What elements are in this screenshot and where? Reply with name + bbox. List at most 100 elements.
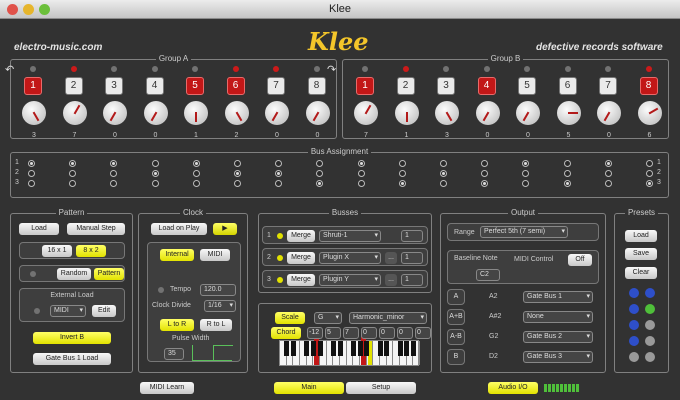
bus-radio[interactable] <box>563 170 571 177</box>
value-knob[interactable] <box>224 101 249 125</box>
step-button-2[interactable]: 2 <box>64 77 83 95</box>
bus-radio[interactable] <box>398 160 406 167</box>
bus-radio[interactable] <box>151 160 159 167</box>
black-key[interactable] <box>357 341 363 356</box>
bus-radio[interactable] <box>398 170 406 177</box>
chord-interval-field[interactable]: 0 <box>397 327 413 339</box>
midi-control-off-button[interactable]: Off <box>568 254 592 266</box>
bus-radio[interactable] <box>604 160 612 167</box>
bus-radio[interactable] <box>357 180 365 187</box>
merge-button[interactable]: Merge <box>287 274 315 286</box>
bus-more-button[interactable]: ... <box>385 274 397 286</box>
bus-radio[interactable] <box>316 160 324 167</box>
bus-radio[interactable] <box>69 170 77 177</box>
bus-radio[interactable] <box>563 180 571 187</box>
bus-radio[interactable] <box>398 180 406 187</box>
bus-radio[interactable] <box>69 180 77 187</box>
bus-radio[interactable] <box>481 180 489 187</box>
bus-destination-select[interactable]: Plugin X <box>319 252 381 264</box>
baseline-note-field[interactable]: C2 <box>476 269 500 281</box>
chord-interval-field[interactable]: 0 <box>415 327 431 339</box>
l-to-r-button[interactable]: L to R <box>160 319 194 331</box>
value-knob[interactable] <box>265 101 289 125</box>
preset-slot[interactable] <box>645 288 655 298</box>
root-note-select[interactable]: G <box>314 312 342 324</box>
gate-bus-load-button[interactable]: Gate Bus 1 Load <box>33 353 111 365</box>
bus-radio[interactable] <box>110 160 118 167</box>
scale-button[interactable]: Scale <box>275 312 305 324</box>
size-8x2-button[interactable]: 8 x 2 <box>76 245 106 257</box>
value-knob[interactable] <box>143 101 168 125</box>
bus-radio[interactable] <box>522 180 530 187</box>
black-key[interactable] <box>317 341 323 356</box>
black-key[interactable] <box>330 341 336 356</box>
setup-tab[interactable]: Setup <box>346 382 416 394</box>
value-knob[interactable] <box>637 101 662 125</box>
bus-radio[interactable] <box>316 170 324 177</box>
random-button[interactable]: Random <box>57 268 91 280</box>
step-button-5[interactable]: 5 <box>186 77 204 95</box>
manual-step-button[interactable]: Manual Step <box>67 223 125 235</box>
preset-slot[interactable] <box>645 320 655 330</box>
bus-radio[interactable] <box>275 170 283 177</box>
bus-radio[interactable] <box>646 180 653 187</box>
presets-load-button[interactable]: Load <box>625 230 657 242</box>
black-key[interactable] <box>337 341 343 356</box>
bus-radio[interactable] <box>192 170 200 177</box>
bus-radio[interactable] <box>481 170 489 177</box>
black-key[interactable] <box>290 341 296 356</box>
bus-radio[interactable] <box>234 180 241 187</box>
bus-radio[interactable] <box>440 170 447 177</box>
tempo-field[interactable]: 120.0 <box>200 284 236 296</box>
bus-radio[interactable] <box>646 160 653 167</box>
bus-radio[interactable] <box>28 180 35 187</box>
preset-slot[interactable] <box>629 320 639 330</box>
output-gate-select[interactable]: None <box>523 311 593 323</box>
bus-channel-field[interactable]: 1 <box>401 274 423 286</box>
bus-channel-field[interactable]: 1 <box>401 230 423 242</box>
output-gate-select[interactable]: Gate Bus 1 <box>523 291 593 303</box>
black-key[interactable] <box>377 341 383 356</box>
value-knob[interactable] <box>103 101 127 125</box>
step-button-6[interactable]: 6 <box>226 77 245 95</box>
bus-radio[interactable] <box>69 160 77 167</box>
step-button-5[interactable]: 5 <box>518 77 536 95</box>
value-knob[interactable] <box>597 101 621 125</box>
bus-destination-select[interactable]: Plugin Y <box>319 274 381 286</box>
value-knob[interactable] <box>556 101 581 125</box>
black-key[interactable] <box>404 341 410 356</box>
chord-button[interactable]: Chord <box>271 327 301 339</box>
value-knob[interactable] <box>184 101 208 125</box>
main-tab[interactable]: Main <box>274 382 344 394</box>
preset-slot[interactable] <box>629 304 639 314</box>
external-midi-select[interactable]: MIDI <box>50 305 86 317</box>
preset-slot[interactable] <box>629 336 639 346</box>
value-knob[interactable] <box>305 101 330 125</box>
black-key[interactable] <box>397 341 403 356</box>
value-knob[interactable] <box>354 101 378 125</box>
keyboard[interactable] <box>279 337 420 366</box>
bus-radio[interactable] <box>110 170 118 177</box>
invert-b-button[interactable]: Invert B <box>33 332 111 344</box>
bus-radio[interactable] <box>192 180 200 187</box>
bus-more-button[interactable]: ... <box>385 252 397 264</box>
chord-interval-field[interactable]: -12 <box>307 327 323 339</box>
size-16x1-button[interactable]: 16 x 1 <box>42 245 72 257</box>
bus-radio[interactable] <box>440 180 447 187</box>
scale-mode-select[interactable]: Harmonic_minor <box>349 312 427 324</box>
preset-slot[interactable] <box>645 352 655 362</box>
bus-destination-select[interactable]: Shruti-1 <box>319 230 381 242</box>
value-knob[interactable] <box>62 101 87 125</box>
black-key[interactable] <box>364 341 370 356</box>
bus-radio[interactable] <box>234 160 241 167</box>
preset-slot[interactable] <box>629 288 639 298</box>
bus-radio[interactable] <box>316 180 324 187</box>
step-button-8[interactable]: 8 <box>639 77 658 95</box>
step-button-3[interactable]: 3 <box>105 77 123 95</box>
range-select[interactable]: Perfect 5th (7 semi) <box>480 226 568 238</box>
pattern-button[interactable]: Pattern <box>94 268 124 280</box>
black-key[interactable] <box>310 341 316 356</box>
bus-radio[interactable] <box>646 170 653 177</box>
bus-radio[interactable] <box>604 180 612 187</box>
preset-slot[interactable] <box>645 336 655 346</box>
